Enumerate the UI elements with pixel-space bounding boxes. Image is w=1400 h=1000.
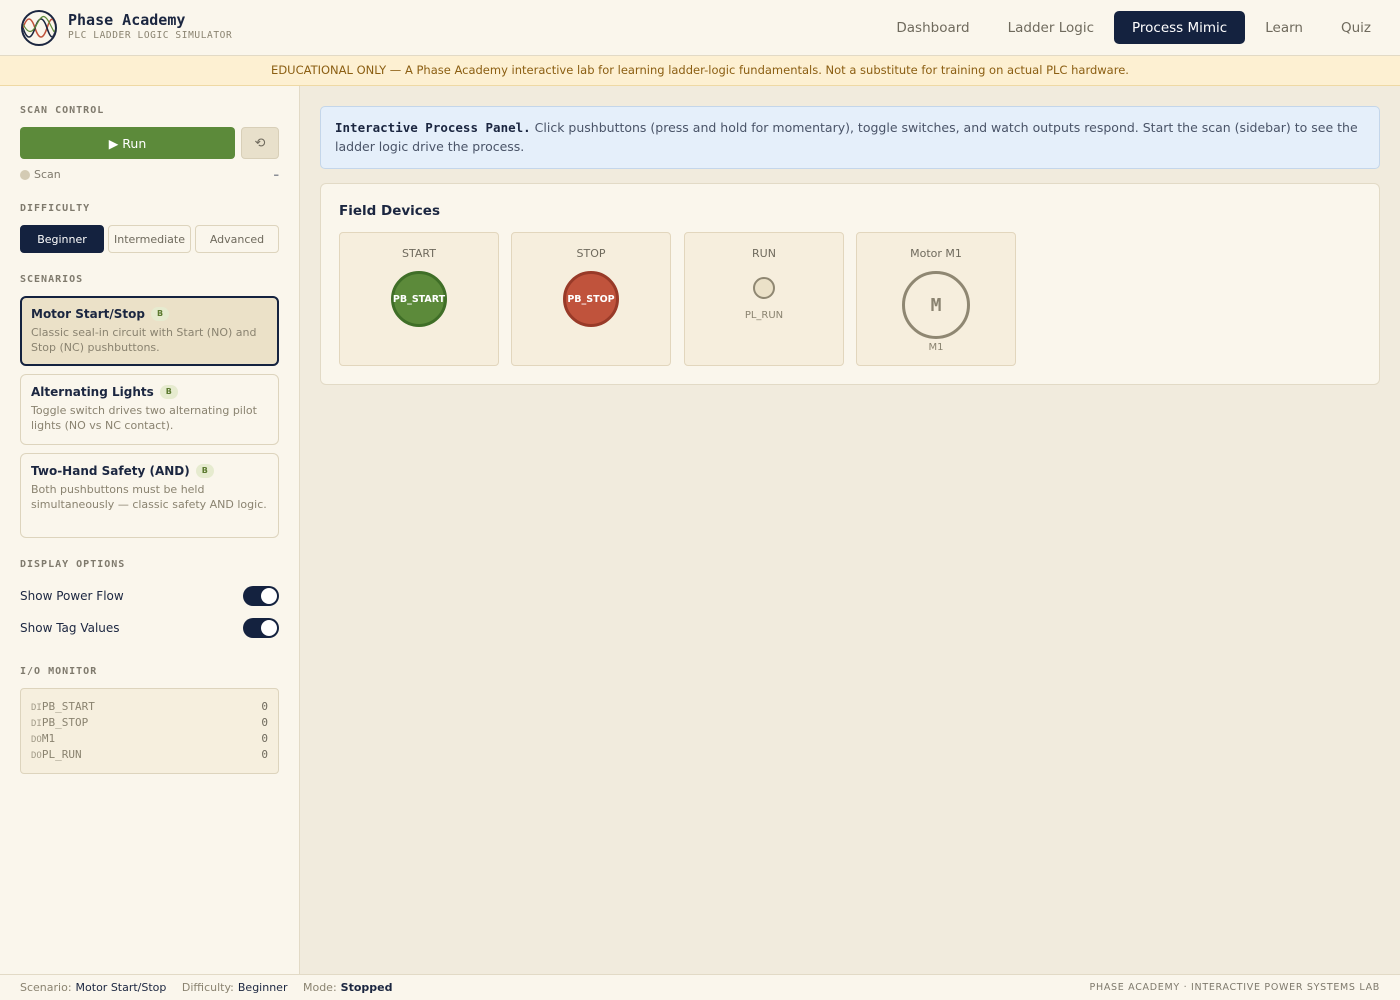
app-header: Phase Academy PLC LADDER LOGIC SIMULATOR… (0, 0, 1400, 56)
nav-tab-quiz[interactable]: Quiz (1323, 11, 1389, 44)
nav-tab-process-mimic[interactable]: Process Mimic (1114, 11, 1246, 44)
device-card-stop: STOP PB_STOP (511, 232, 671, 366)
option-label: Show Tag Values (20, 621, 120, 635)
scenario-card-motor-start-stop[interactable]: Motor Start/Stop B Classic seal-in circui… (20, 296, 279, 366)
scan-status: Scan – (20, 168, 279, 182)
scenario-title: Two-Hand Safety (AND) B (31, 464, 268, 478)
brand-subtitle: PLC LADDER LOGIC SIMULATOR (68, 30, 233, 41)
field-devices-panel: Field Devices START PB_START STOP PB_STO… (320, 183, 1380, 385)
status-mode-key: Mode: (302, 981, 337, 994)
toggle-knob (261, 588, 277, 604)
difficulty-beginner-button[interactable]: Beginner (20, 225, 104, 253)
io-row: DIPB_START 0 (31, 700, 268, 713)
show-power-flow-toggle[interactable] (243, 586, 279, 606)
sine-wave-logo-icon[interactable] (21, 10, 57, 46)
toggle-knob (261, 620, 277, 636)
status-difficulty-key: Difficulty: (181, 981, 234, 994)
io-row: DIPB_STOP 0 (31, 716, 268, 729)
scenario-card-two-hand-safety[interactable]: Two-Hand Safety (AND) B Both pushbuttons … (20, 453, 279, 538)
status-summary: Scenario: Motor Start/Stop Difficulty: Beg… (20, 975, 404, 1000)
show-tag-values-toggle[interactable] (243, 618, 279, 638)
device-card-run-light: RUN PL_RUN (684, 232, 844, 366)
display-options-title: DISPLAY OPTIONS (20, 559, 126, 570)
motor-icon: M (902, 271, 970, 339)
scenario-description: Both pushbuttons must be held simultaneo… (31, 483, 267, 511)
status-difficulty-value: Beginner (237, 981, 288, 994)
difficulty-intermediate-button[interactable]: Intermediate (108, 225, 191, 253)
scenario-title: Motor Start/Stop B (31, 307, 268, 321)
option-show-tag-values: Show Tag Values (20, 618, 279, 640)
scenario-title: Alternating Lights B (31, 385, 268, 399)
scan-status-value: – (273, 168, 280, 181)
nav-tab-learn[interactable]: Learn (1247, 11, 1321, 44)
device-title: STOP (576, 247, 606, 260)
status-mode-value: Stopped (340, 981, 393, 994)
scenario-description: Classic seal-in circuit with Start (NO) … (31, 326, 257, 354)
pilot-lamp-icon (753, 277, 775, 299)
status-footer: Scenario: Motor Start/Stop Difficulty: Beg… (0, 974, 1400, 1000)
scenario-level-badge: B (195, 464, 214, 478)
device-title: START (402, 247, 436, 260)
status-scenario-value: Motor Start/Stop (75, 981, 167, 994)
difficulty-advanced-button[interactable]: Advanced (195, 225, 279, 253)
scenario-level-badge: B (159, 385, 178, 399)
educational-banner: EDUCATIONAL ONLY — A Phase Academy inter… (0, 56, 1400, 86)
reset-icon: ⟲ (254, 135, 266, 151)
main-nav: Dashboard Ladder Logic Process Mimic Lea… (878, 11, 1400, 44)
scenario-card-alternating-lights[interactable]: Alternating Lights B Toggle switch drives… (20, 374, 279, 445)
device-title: Motor M1 (910, 247, 962, 260)
scenarios-title: SCENARIOS (20, 274, 84, 285)
io-monitor-title: I/O MONITOR (20, 666, 98, 677)
status-scenario-key: Scenario: (20, 981, 72, 994)
run-button[interactable]: ▶ Run (20, 127, 235, 159)
panel-title: Field Devices (339, 203, 440, 219)
nav-tab-dashboard[interactable]: Dashboard (878, 11, 987, 44)
scan-status-dot-icon (20, 170, 30, 180)
io-monitor: DIPB_START 0 DIPB_STOP 0 DOM1 0 DOPL_RUN 0 (20, 688, 279, 774)
option-label: Show Power Flow (20, 589, 124, 603)
nav-tab-ladder-logic[interactable]: Ladder Logic (990, 11, 1112, 44)
device-card-start: START PB_START (339, 232, 499, 366)
info-callout: Interactive Process Panel. Click pushbut… (320, 106, 1380, 169)
scenario-level-badge: B (151, 307, 170, 321)
brand-name: Phase Academy (68, 11, 186, 29)
scan-status-label: Scan (34, 168, 61, 181)
sidebar: SCAN CONTROL ▶ Run ⟲ Scan – DIFFICULTY B… (0, 86, 300, 974)
stop-pushbutton[interactable]: PB_STOP (563, 271, 619, 327)
device-title: RUN (752, 247, 776, 260)
option-show-power-flow: Show Power Flow (20, 586, 279, 608)
scenario-description: Toggle switch drives two alternating pil… (31, 404, 257, 432)
info-callout-title: Interactive Process Panel. (335, 120, 531, 135)
start-pushbutton[interactable]: PB_START (391, 271, 447, 327)
device-tag: M1 (928, 342, 944, 353)
io-row: DOPL_RUN 0 (31, 748, 268, 761)
device-tag: PL_RUN (744, 310, 784, 321)
device-card-motor: Motor M1 M M1 (856, 232, 1016, 366)
footer-credit: PHASE ACADEMY · INTERACTIVE POWER SYSTEM… (1089, 982, 1380, 993)
difficulty-title: DIFFICULTY (20, 203, 91, 214)
io-row: DOM1 0 (31, 732, 268, 745)
reset-button[interactable]: ⟲ (241, 127, 279, 159)
scan-control-title: SCAN CONTROL (20, 105, 105, 116)
